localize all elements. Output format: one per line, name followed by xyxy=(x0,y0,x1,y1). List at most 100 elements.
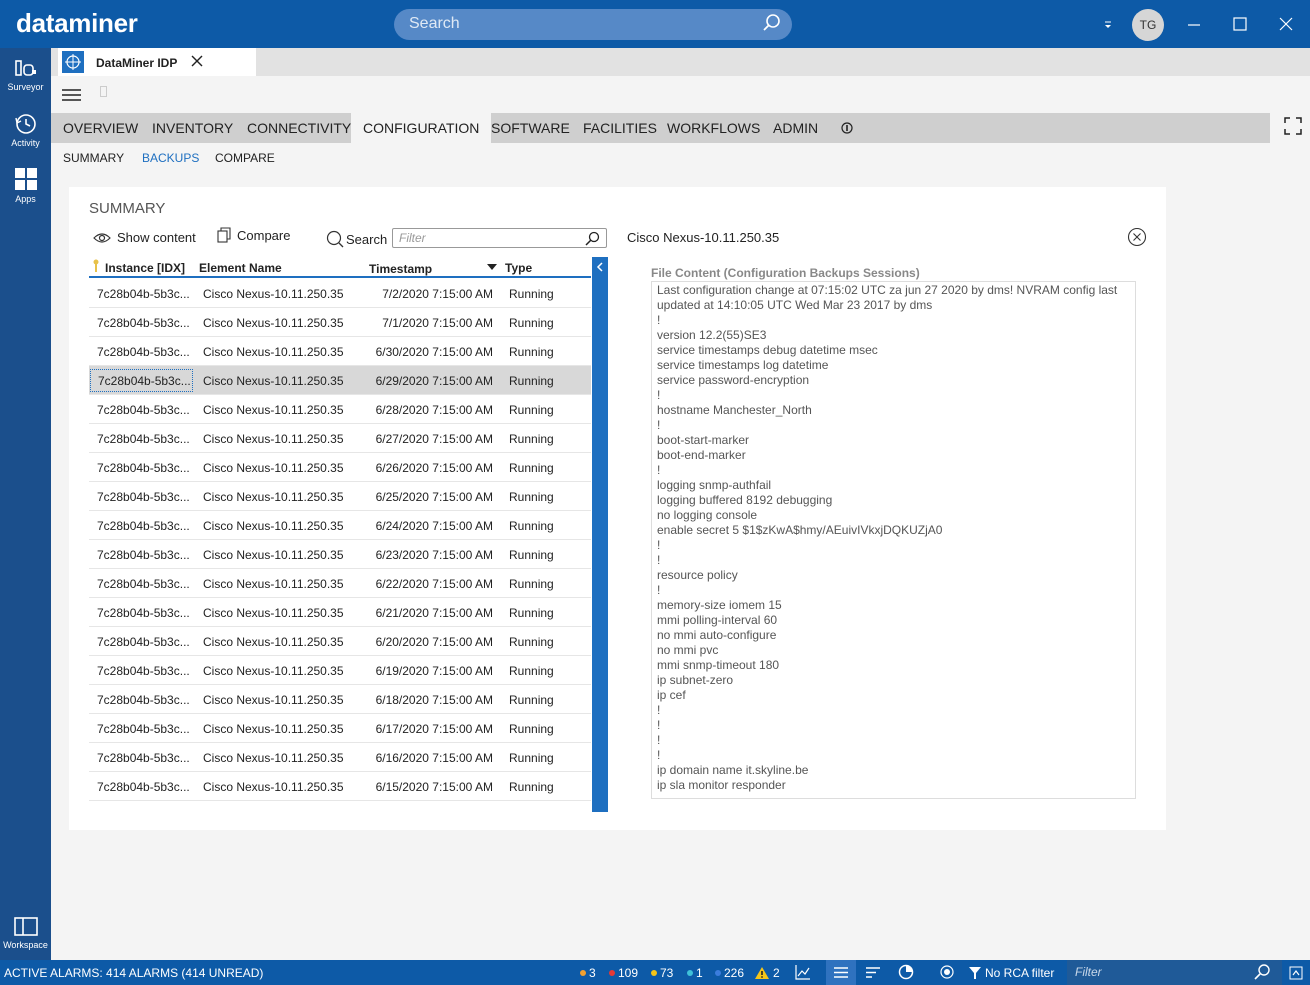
table-row[interactable]: 7c28b04b-5b3c... Cisco Nexus-10.11.250.35… xyxy=(89,685,591,714)
compare-label: Compare xyxy=(237,227,291,243)
cell-instance: 7c28b04b-5b3c... xyxy=(97,664,190,678)
tab-overview[interactable]: OVERVIEW xyxy=(63,113,138,143)
cell-type: Running xyxy=(509,606,554,620)
config-line: mmi snmp-timeout 180 xyxy=(657,658,780,672)
header-element-name[interactable]: Element Name xyxy=(199,261,282,275)
warning-count[interactable]: 2 xyxy=(754,966,780,980)
alarm-filter-input[interactable]: Filter xyxy=(1067,960,1282,985)
eye-icon xyxy=(93,232,111,243)
cell-timestamp: 6/24/2020 7:15:00 AM xyxy=(375,519,493,533)
cell-instance: 7c28b04b-5b3c... xyxy=(97,316,190,330)
cell-timestamp: 6/29/2020 7:15:00 AM xyxy=(375,374,493,388)
focus-icon[interactable] xyxy=(939,964,955,980)
table-row[interactable]: 7c28b04b-5b3c... Cisco Nexus-10.11.250.35… xyxy=(89,279,591,308)
apps-icon xyxy=(14,168,37,190)
header-type[interactable]: Type xyxy=(505,261,532,275)
show-content-button[interactable]: Show content xyxy=(93,230,196,245)
tab-inventory[interactable]: INVENTORY xyxy=(152,113,233,143)
tab-connectivity[interactable]: CONNECTIVITY xyxy=(247,113,351,143)
file-content-textbox[interactable]: Last configuration change at 07:15:02 UT… xyxy=(651,281,1136,799)
active-alarms-summary[interactable]: ACTIVE ALARMS: 414 ALARMS (414 UNREAD) xyxy=(4,966,263,980)
tab-configuration[interactable]: CONFIGURATION xyxy=(351,113,492,143)
alarm-count[interactable]: 3 xyxy=(580,966,596,980)
cell-timestamp: 6/30/2020 7:15:00 AM xyxy=(375,345,493,359)
cell-instance: 7c28b04b-5b3c... xyxy=(97,635,190,649)
nav-surveyor[interactable]: Surveyor xyxy=(0,58,51,92)
pin-icon[interactable] xyxy=(100,86,107,97)
cell-timestamp: 6/25/2020 7:15:00 AM xyxy=(375,490,493,504)
table-row[interactable]: 7c28b04b-5b3c... Cisco Nexus-10.11.250.35… xyxy=(89,540,591,569)
table-row[interactable]: 7c28b04b-5b3c... Cisco Nexus-10.11.250.35… xyxy=(89,714,591,743)
tab-workflows[interactable]: WORKFLOWS xyxy=(667,113,760,143)
card-title: SUMMARY xyxy=(89,200,166,217)
config-line: ! xyxy=(657,748,661,762)
compare-icon xyxy=(217,227,231,243)
config-line: boot-start-marker xyxy=(657,433,750,447)
close-detail-icon[interactable] xyxy=(1127,227,1147,247)
pie-chart-icon[interactable] xyxy=(898,964,914,980)
cell-element-name: Cisco Nexus-10.11.250.35 xyxy=(203,345,344,359)
list-icon xyxy=(834,967,848,978)
alarm-count[interactable]: 226 xyxy=(715,966,744,980)
compare-button[interactable]: Compare xyxy=(217,227,290,243)
search-toggle[interactable]: Search xyxy=(326,230,387,248)
global-search-input[interactable]: Search xyxy=(394,9,792,40)
table-row[interactable]: 7c28b04b-5b3c... Cisco Nexus-10.11.250.35… xyxy=(89,511,591,540)
nav-workspace[interactable]: Workspace xyxy=(0,916,51,950)
subtab-compare[interactable]: COMPARE xyxy=(215,151,275,165)
document-tab[interactable]: DataMiner IDP xyxy=(58,48,256,76)
cell-instance: 7c28b04b-5b3c... xyxy=(97,287,190,301)
close-tab-icon[interactable] xyxy=(190,54,204,68)
dropdown-icon[interactable] xyxy=(1103,19,1113,29)
grid-body: 7c28b04b-5b3c... Cisco Nexus-10.11.250.35… xyxy=(89,279,591,801)
alarm-count[interactable]: 109 xyxy=(609,966,638,980)
header-timestamp[interactable]: Timestamp xyxy=(369,262,432,276)
nav-activity[interactable]: Activity xyxy=(0,112,51,148)
trend-chart-icon[interactable] xyxy=(795,964,811,980)
user-avatar[interactable]: TG xyxy=(1132,9,1164,41)
maximize-icon[interactable] xyxy=(1233,17,1247,31)
fullscreen-icon[interactable] xyxy=(1284,117,1302,135)
table-row[interactable]: 7c28b04b-5b3c... Cisco Nexus-10.11.250.35… xyxy=(89,482,591,511)
cell-type: Running xyxy=(509,664,554,678)
hamburger-menu-icon[interactable] xyxy=(62,88,82,102)
subtab-backups[interactable]: BACKUPS xyxy=(142,151,199,165)
minimize-icon[interactable] xyxy=(1187,18,1201,32)
tab-facilities[interactable]: FACILITIES xyxy=(583,113,657,143)
tab-software[interactable]: SOFTWARE xyxy=(491,113,570,143)
table-row[interactable]: 7c28b04b-5b3c... Cisco Nexus-10.11.250.35… xyxy=(89,424,591,453)
table-row[interactable]: 7c28b04b-5b3c... Cisco Nexus-10.11.250.35… xyxy=(89,772,591,801)
table-row[interactable]: 7c28b04b-5b3c... Cisco Nexus-10.11.250.35… xyxy=(89,627,591,656)
tab-admin[interactable]: ADMIN xyxy=(773,113,818,143)
table-row[interactable]: 7c28b04b-5b3c... Cisco Nexus-10.11.250.35… xyxy=(89,453,591,482)
grid-filter-input[interactable]: Filter xyxy=(392,228,607,248)
table-row[interactable]: 7c28b04b-5b3c... Cisco Nexus-10.11.250.35… xyxy=(89,743,591,772)
table-row[interactable]: 7c28b04b-5b3c... Cisco Nexus-10.11.250.35… xyxy=(89,308,591,337)
collapse-panel-bar[interactable] xyxy=(592,257,608,812)
config-line: boot-end-marker xyxy=(657,448,746,462)
list-view-button[interactable] xyxy=(826,960,856,985)
warning-icon xyxy=(755,967,769,979)
chevron-left-icon xyxy=(596,262,603,272)
table-row[interactable]: 7c28b04b-5b3c... Cisco Nexus-10.11.250.35… xyxy=(89,569,591,598)
key-icon xyxy=(93,259,99,272)
cell-type: Running xyxy=(509,490,554,504)
rca-filter[interactable]: No RCA filter xyxy=(968,966,1054,980)
collapse-up-icon[interactable] xyxy=(1289,966,1303,980)
table-row[interactable]: 7c28b04b-5b3c... Cisco Nexus-10.11.250.35… xyxy=(89,395,591,424)
subtab-summary[interactable]: SUMMARY xyxy=(63,151,124,165)
config-line: no logging console xyxy=(657,508,758,522)
table-row[interactable]: 7c28b04b-5b3c... Cisco Nexus-10.11.250.35… xyxy=(89,656,591,685)
cell-instance: 7c28b04b-5b3c... xyxy=(97,722,190,736)
alarm-count[interactable]: 1 xyxy=(687,966,703,980)
header-instance[interactable]: Instance [IDX] xyxy=(105,261,185,275)
alarm-count[interactable]: 73 xyxy=(651,966,673,980)
table-row[interactable]: 7c28b04b-5b3c... Cisco Nexus-10.11.250.35… xyxy=(89,337,591,366)
sort-lines-icon[interactable] xyxy=(866,966,880,979)
info-icon[interactable] xyxy=(841,122,853,134)
nav-apps[interactable]: Apps xyxy=(0,166,51,204)
close-window-icon[interactable] xyxy=(1279,17,1293,31)
idp-app-icon xyxy=(62,51,84,73)
table-row[interactable]: 7c28b04b-5b3c... Cisco Nexus-10.11.250.35… xyxy=(89,366,591,395)
table-row[interactable]: 7c28b04b-5b3c... Cisco Nexus-10.11.250.35… xyxy=(89,598,591,627)
